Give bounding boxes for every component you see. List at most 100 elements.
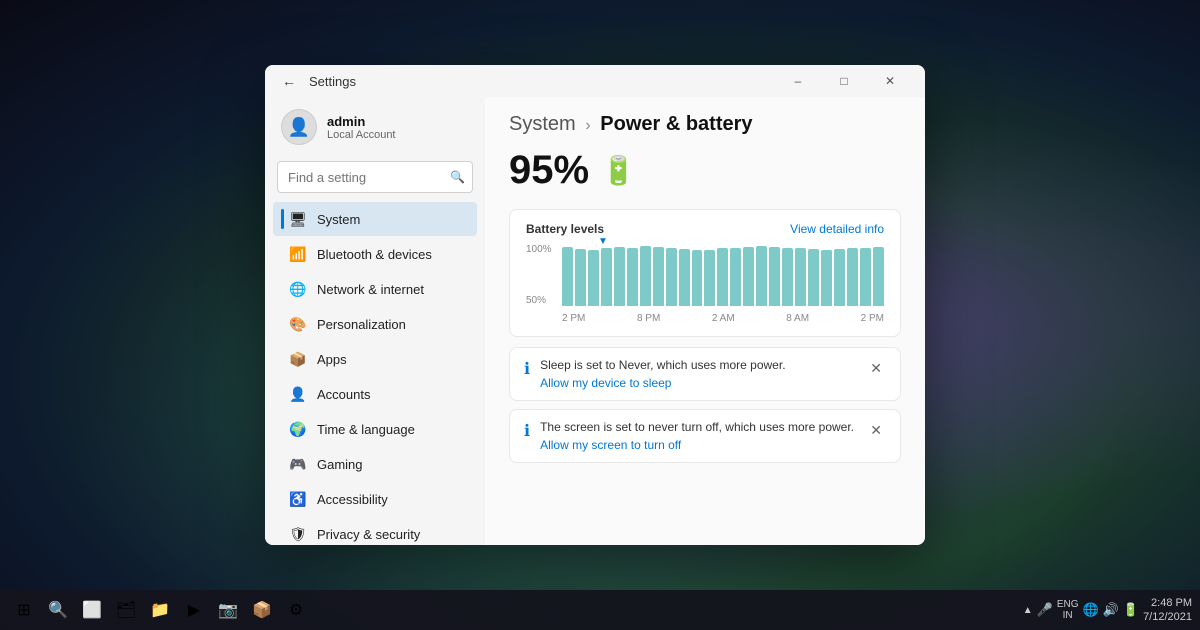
time-icon: 🌍 — [289, 420, 307, 438]
breadcrumb-separator: › — [585, 117, 590, 134]
sidebar-item-time[interactable]: 🌍 Time & language — [273, 412, 477, 446]
notif-screen-icon: ℹ — [524, 421, 530, 441]
bar-11 — [704, 250, 715, 306]
taskbar-right: ▲ 🎤 ENG IN 🌐 🔊 🔋 2:48 PM 7/12/2021 — [1015, 596, 1200, 625]
bar-17 — [782, 248, 793, 306]
apps-icon: 📦 — [289, 350, 307, 368]
privacy-icon: 🛡 — [289, 525, 307, 543]
chart-labels-x: 2 PM 8 PM 2 AM 8 AM 2 PM — [562, 313, 884, 324]
bar-23 — [860, 248, 871, 306]
notif-sleep-content: Sleep is set to Never, which uses more p… — [540, 358, 856, 390]
accessibility-label: Accessibility — [317, 492, 388, 507]
sidebar-item-network[interactable]: 🌐 Network & internet — [273, 272, 477, 306]
bar-4 — [614, 247, 625, 306]
bluetooth-icon: 📶 — [289, 245, 307, 263]
search-taskbar-button[interactable]: 🔍 — [42, 594, 74, 626]
sidebar-item-system[interactable]: 🖥 System — [273, 202, 477, 236]
mic-icon[interactable]: 🎤 — [1037, 602, 1053, 618]
notif-screen-action[interactable]: Allow my screen to turn off — [540, 438, 856, 452]
titlebar: ← Settings – □ ✕ — [265, 65, 925, 97]
search-box: 🔍 — [277, 161, 473, 193]
time-label: Time & language — [317, 422, 415, 437]
taskbar-clock[interactable]: 2:48 PM 7/12/2021 — [1143, 596, 1192, 625]
maximize-button[interactable]: □ — [821, 65, 867, 97]
chart-labels-y: 100% 50% — [526, 244, 562, 306]
battery-taskbar-icon[interactable]: 🔋 — [1123, 602, 1139, 618]
search-icon: 🔍 — [450, 170, 465, 184]
search-input[interactable] — [277, 161, 473, 193]
sidebar-item-accounts[interactable]: 👤 Accounts — [273, 377, 477, 411]
minimize-button[interactable]: – — [775, 65, 821, 97]
media-button[interactable]: 📷 — [212, 594, 244, 626]
back-button[interactable]: ← — [277, 69, 301, 93]
chart-header: Battery levels View detailed info — [526, 222, 884, 236]
network-label: Network & internet — [317, 282, 424, 297]
sidebar-item-apps[interactable]: 📦 Apps — [273, 342, 477, 376]
avatar: 👤 — [281, 109, 317, 145]
sidebar-item-privacy[interactable]: 🛡 Privacy & security — [273, 517, 477, 545]
privacy-label: Privacy & security — [317, 527, 420, 542]
accounts-icon: 👤 — [289, 385, 307, 403]
sidebar-item-bluetooth[interactable]: 📶 Bluetooth & devices — [273, 237, 477, 271]
user-profile[interactable]: 👤 admin Local Account — [265, 97, 485, 157]
file-explorer-button[interactable]: 📁 — [144, 594, 176, 626]
battery-display: 95% 🔋 — [509, 148, 901, 193]
sidebar-item-gaming[interactable]: 🎮 Gaming — [273, 447, 477, 481]
bar-14 — [743, 247, 754, 306]
personalization-label: Personalization — [317, 317, 406, 332]
sidebar-item-accessibility[interactable]: ♿ Accessibility — [273, 482, 477, 516]
youtube-button[interactable]: ▶ — [178, 594, 210, 626]
taskbar-left: ⊞ 🔍 ⬜ 🗂 📁 ▶ 📷 📦 ⚙ — [0, 594, 320, 626]
chart-x-label-2: 8 PM — [637, 313, 660, 324]
notif-screen-content: The screen is set to never turn off, whi… — [540, 420, 856, 452]
personalization-icon: 🎨 — [289, 315, 307, 333]
lang-indicator: ENG IN — [1057, 599, 1079, 621]
bar-12 — [717, 248, 728, 306]
settings-window: ← Settings – □ ✕ 👤 admin Local Account 🔍 — [265, 65, 925, 545]
user-info: admin Local Account — [327, 114, 396, 141]
store-button[interactable]: 📦 — [246, 594, 278, 626]
chart-wrap: 100% 50% ▼ 2 PM 8 PM 2 AM 8 AM 2 PM — [526, 244, 884, 324]
breadcrumb: System › Power & battery — [509, 113, 901, 136]
bar-1 — [575, 249, 586, 306]
chart-link[interactable]: View detailed info — [790, 222, 884, 236]
taskbar: ⊞ 🔍 ⬜ 🗂 📁 ▶ 📷 📦 ⚙ ▲ 🎤 ENG IN 🌐 🔊 🔋 2:48 … — [0, 590, 1200, 630]
bar-15 — [756, 246, 767, 306]
window-title: Settings — [309, 74, 356, 89]
notif-sleep-close[interactable]: ✕ — [866, 358, 886, 379]
notif-sleep-action[interactable]: Allow my device to sleep — [540, 376, 856, 390]
battery-percent: 95% — [509, 148, 589, 193]
chart-title: Battery levels — [526, 222, 604, 236]
chart-label-100: 100% — [526, 244, 562, 255]
bar-8 — [666, 248, 677, 306]
bar-2 — [588, 250, 599, 306]
chart-x-label-5: 2 PM — [861, 313, 884, 324]
task-view-button[interactable]: ⬜ — [76, 594, 108, 626]
bar-22 — [847, 248, 858, 306]
widgets-button[interactable]: 🗂 — [110, 594, 142, 626]
network-icon[interactable]: 🌐 — [1083, 602, 1099, 618]
notif-screen-text: The screen is set to never turn off, whi… — [540, 420, 856, 434]
sidebar-item-personalization[interactable]: 🎨 Personalization — [273, 307, 477, 341]
bar-24 — [873, 247, 884, 306]
chart-area: ▼ — [562, 244, 884, 306]
settings-taskbar-button[interactable]: ⚙ — [280, 594, 312, 626]
bar-3 — [601, 248, 612, 306]
nav-items: 🖥 System 📶 Bluetooth & devices 🌐 Network… — [265, 201, 485, 545]
notifications-container: ℹ Sleep is set to Never, which uses more… — [509, 347, 901, 463]
volume-icon[interactable]: 🔊 — [1103, 602, 1119, 618]
chart-x-label-4: 8 AM — [786, 313, 809, 324]
start-button[interactable]: ⊞ — [8, 594, 40, 626]
breadcrumb-current: Power & battery — [600, 113, 752, 135]
bar-0 — [562, 247, 573, 306]
bar-21 — [834, 249, 845, 306]
sidebar: 👤 admin Local Account 🔍 🖥 System 📶 Bluet… — [265, 97, 485, 545]
system-label: System — [317, 212, 360, 227]
gaming-label: Gaming — [317, 457, 363, 472]
notification-sleep: ℹ Sleep is set to Never, which uses more… — [509, 347, 901, 401]
close-button[interactable]: ✕ — [867, 65, 913, 97]
chart-pointer: ▼ — [598, 236, 608, 247]
user-role: Local Account — [327, 129, 396, 141]
notif-screen-close[interactable]: ✕ — [866, 420, 886, 441]
chevron-up-icon[interactable]: ▲ — [1023, 605, 1033, 616]
